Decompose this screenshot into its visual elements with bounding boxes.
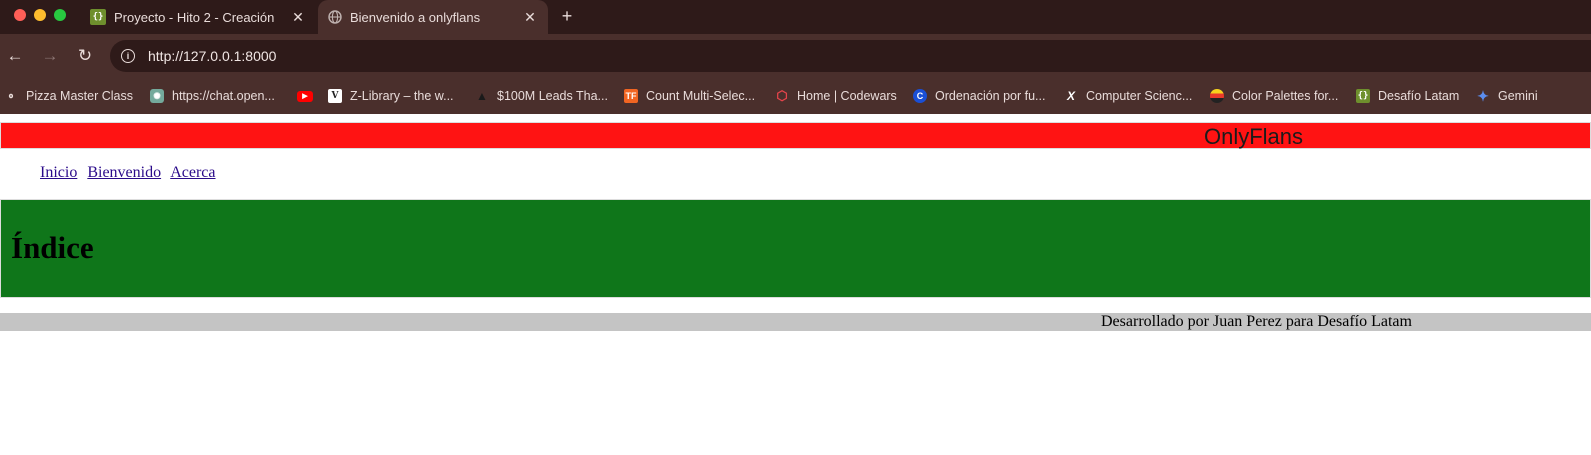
- bookmark-label: Pizza Master Class: [26, 89, 133, 103]
- tab-title: Bienvenido a onlyflans: [350, 9, 481, 25]
- bookmark-label: Gemini: [1498, 89, 1538, 103]
- c-icon: C: [913, 89, 927, 103]
- bookmark-zlibrary[interactable]: V Z-Library – the w...: [328, 86, 454, 106]
- palette-icon: [1210, 89, 1224, 103]
- address-bar[interactable]: i http://127.0.0.1:8000: [110, 40, 1591, 72]
- bookmark-label: Z-Library – the w...: [350, 89, 454, 103]
- bookmark-label: $100M Leads Tha...: [497, 89, 608, 103]
- bookmark-youtube[interactable]: ▶: [297, 86, 321, 106]
- desafio-latam-icon: {}: [1356, 89, 1370, 103]
- bookmark-chatgpt[interactable]: ✺ https://chat.open...: [150, 86, 275, 106]
- codewars-icon: ⬡: [776, 88, 788, 103]
- bookmark-label: Ordenación por fu...: [935, 89, 1046, 103]
- close-tab-icon[interactable]: ✕: [290, 9, 306, 26]
- page-content: OnlyFlans Inicio Bienvenido Acerca Índic…: [0, 114, 1591, 455]
- site-header: OnlyFlans: [0, 122, 1591, 149]
- pizza-icon: ⚬: [6, 90, 16, 103]
- bookmark-label: https://chat.open...: [172, 89, 275, 103]
- chatgpt-icon: ✺: [150, 89, 164, 103]
- youtube-icon: ▶: [297, 90, 313, 102]
- bookmark-label: Home | Codewars: [797, 89, 897, 103]
- main-content-block: Índice: [0, 199, 1591, 298]
- browser-tab-bar: {} Proyecto - Hito 2 - Creación ✕ Bienve…: [0, 0, 1591, 34]
- minimize-window-button[interactable]: [34, 9, 46, 21]
- bookmark-count-multi-select[interactable]: TF Count Multi-Selec...: [624, 86, 755, 106]
- bookmark-ordenacion[interactable]: C Ordenación por fu...: [913, 86, 1045, 106]
- gemini-icon: ✦: [1477, 87, 1489, 104]
- bookmark-codewars[interactable]: ⬡ Home | Codewars: [775, 86, 897, 106]
- site-nav: Inicio Bienvenido Acerca: [40, 164, 222, 182]
- close-window-button[interactable]: [14, 9, 26, 21]
- back-arrow-icon[interactable]: ←: [5, 46, 25, 66]
- footer-text: Desarrollado por Juan Perez para Desafío…: [1101, 313, 1412, 330]
- globe-icon: [328, 10, 342, 24]
- bookmark-pizza-master-class[interactable]: ⚬ Pizza Master Class: [4, 86, 133, 106]
- tab-title: Proyecto - Hito 2 - Creación: [114, 9, 275, 25]
- reload-icon[interactable]: ↻: [75, 46, 95, 66]
- site-info-icon[interactable]: i: [121, 49, 135, 63]
- bookmark-computer-science[interactable]: X Computer Scienc...: [1064, 86, 1192, 106]
- close-tab-icon[interactable]: ✕: [522, 9, 538, 26]
- tab-proyecto[interactable]: {} Proyecto - Hito 2 - Creación ✕: [80, 0, 316, 34]
- browser-toolbar: ← → ↻ i http://127.0.0.1:8000: [0, 34, 1591, 78]
- bookmark-color-palettes[interactable]: Color Palettes for...: [1210, 86, 1338, 106]
- site-footer: Desarrollado por Juan Perez para Desafío…: [0, 313, 1591, 331]
- bookmark-label: Desafío Latam: [1378, 89, 1460, 103]
- desafio-latam-icon: {}: [90, 9, 106, 25]
- nav-link-bienvenido[interactable]: Bienvenido: [87, 164, 161, 181]
- nav-link-acerca[interactable]: Acerca: [170, 164, 215, 181]
- bookmark-gemini[interactable]: ✦ Gemini: [1476, 86, 1538, 106]
- bookmark-label: Computer Scienc...: [1086, 89, 1193, 103]
- bookmark-desafio-latam[interactable]: {} Desafío Latam: [1356, 86, 1459, 106]
- zlibrary-icon: V: [328, 89, 342, 103]
- bookmark-100m-leads[interactable]: ▲ $100M Leads Tha...: [475, 86, 608, 106]
- tf-icon: TF: [624, 89, 638, 103]
- tab-onlyflans[interactable]: Bienvenido a onlyflans ✕: [318, 0, 548, 34]
- x-icon: X: [1066, 89, 1075, 103]
- bookmark-label: Count Multi-Selec...: [646, 89, 756, 103]
- maximize-window-button[interactable]: [54, 9, 66, 21]
- bookmark-label: Color Palettes for...: [1232, 89, 1339, 103]
- new-tab-button[interactable]: +: [556, 4, 578, 28]
- nav-link-inicio[interactable]: Inicio: [40, 164, 77, 181]
- url-text[interactable]: http://127.0.0.1:8000: [148, 48, 276, 64]
- page-heading: Índice: [11, 230, 94, 265]
- bookmarks-bar: ⚬ Pizza Master Class ✺ https://chat.open…: [0, 78, 1591, 114]
- site-title: OnlyFlans: [1204, 124, 1304, 149]
- forward-arrow-icon[interactable]: →: [40, 46, 60, 66]
- triangle-icon: ▲: [476, 89, 488, 103]
